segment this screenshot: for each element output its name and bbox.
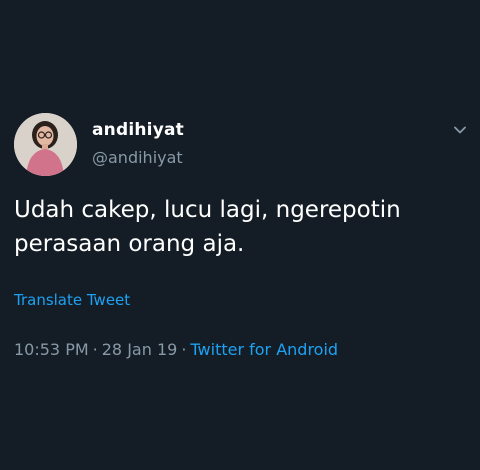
translate-tweet-link[interactable]: Translate Tweet — [14, 291, 130, 309]
avatar[interactable] — [14, 113, 77, 176]
user-handle[interactable]: @andihiyat — [92, 148, 183, 167]
meta-separator: · — [92, 340, 98, 359]
avatar-image — [14, 113, 77, 176]
tweet-meta: 10:53 PM · 28 Jan 19 · Twitter for Android — [14, 340, 338, 359]
tweet-date: 28 Jan 19 — [101, 340, 178, 359]
tweet-card: andihiyat @andihiyat Udah cakep, lucu la… — [0, 0, 480, 470]
tweet-source-link[interactable]: Twitter for Android — [190, 340, 338, 359]
tweet-text: Udah cakep, lucu lagi, ngerepotin perasa… — [14, 197, 401, 257]
display-name[interactable]: andihiyat — [92, 120, 184, 140]
meta-separator: · — [181, 340, 187, 359]
tweet-time: 10:53 PM — [14, 340, 89, 359]
chevron-down-icon[interactable] — [452, 122, 468, 138]
